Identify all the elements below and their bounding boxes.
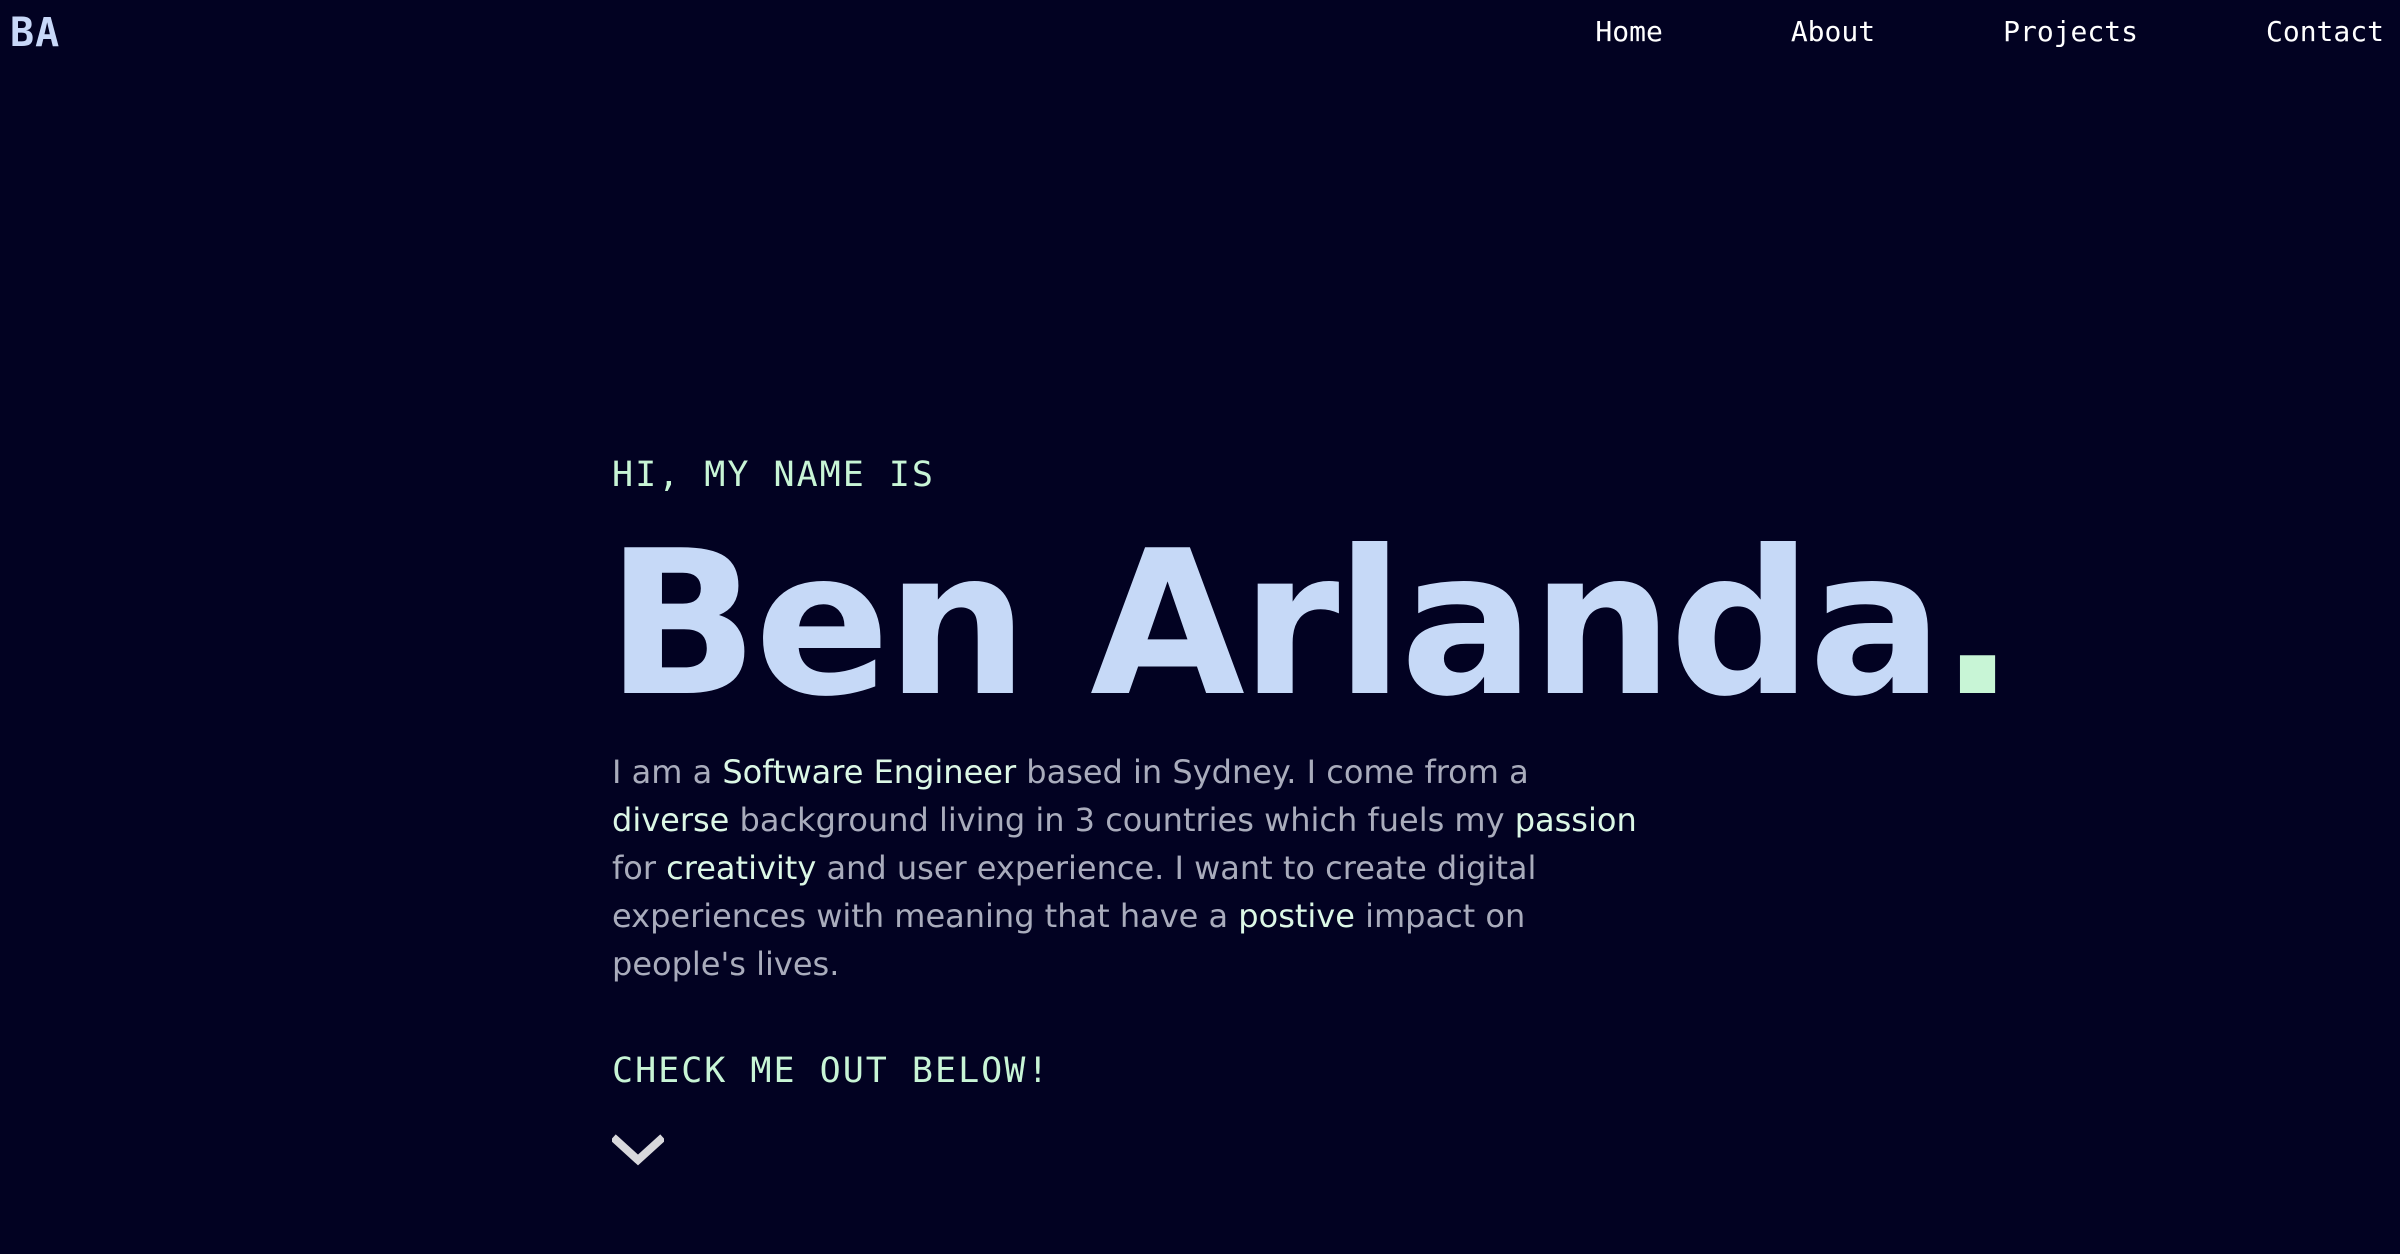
greeting-text: HI, MY NAME IS xyxy=(612,455,936,495)
bio-highlight: creativity xyxy=(666,849,817,887)
nav-link-home[interactable]: Home xyxy=(1595,14,1662,50)
hero-name: Ben Arlanda. xyxy=(606,520,2016,730)
nav-link-contact[interactable]: Contact xyxy=(2266,14,2384,50)
logo[interactable]: BA xyxy=(10,10,60,56)
bio-text: I am a xyxy=(612,753,723,791)
nav-link-projects[interactable]: Projects xyxy=(2003,14,2138,50)
bio-text: based in Sydney. I come from a xyxy=(1016,753,1529,791)
bio-text: for xyxy=(612,849,667,887)
cta-text: CHECK ME OUT BELOW! xyxy=(612,1051,1051,1091)
hero-name-text: Ben Arlanda xyxy=(606,508,1944,741)
hero-section: HI, MY NAME IS Ben Arlanda. I am a Softw… xyxy=(606,452,2016,1168)
bio-highlight: passion xyxy=(1514,801,1637,839)
main-nav: Home About Projects Contact xyxy=(1595,14,2384,50)
bio-highlight: diverse xyxy=(612,801,730,839)
bio-text: background living in 3 countries which f… xyxy=(729,801,1515,839)
chevron-down-icon[interactable] xyxy=(612,1134,664,1168)
bio-paragraph: I am a Software Engineer based in Sydney… xyxy=(612,748,1652,988)
bio-highlight: Software Engineer xyxy=(722,753,1017,791)
nav-link-about[interactable]: About xyxy=(1791,14,1875,50)
hero-name-dot: . xyxy=(1939,508,2016,741)
bio-highlight: postive xyxy=(1238,897,1355,935)
